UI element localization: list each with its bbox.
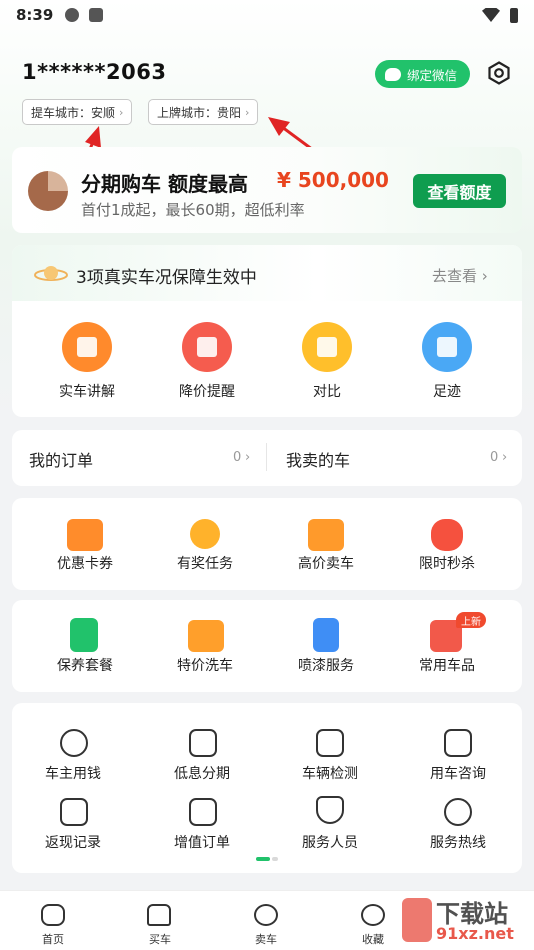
tab-home[interactable]: 首页 bbox=[28, 931, 78, 947]
tool-label[interactable]: 车辆检测 bbox=[285, 763, 375, 783]
planet-icon bbox=[34, 266, 68, 281]
price-alert-icon[interactable] bbox=[182, 322, 232, 372]
benefit-label[interactable]: 高价卖车 bbox=[281, 553, 371, 573]
page-dot-active bbox=[256, 857, 270, 861]
loan-title: 分期购车 额度最高 bbox=[81, 172, 248, 196]
phone-icon[interactable] bbox=[444, 798, 472, 826]
plate-city-label: 上牌城市：贵阳 bbox=[157, 105, 242, 120]
tool-label[interactable]: 用车咨询 bbox=[413, 763, 503, 783]
wechat-icon bbox=[385, 67, 401, 81]
spray-paint-icon[interactable] bbox=[313, 618, 339, 652]
pickup-city-label: 提车城市：安顺 bbox=[31, 105, 116, 120]
benefit-label[interactable]: 优惠卡券 bbox=[40, 553, 130, 573]
loan-amount: ¥ 500,000 bbox=[277, 168, 389, 192]
service-label[interactable]: 保养套餐 bbox=[40, 655, 130, 675]
favorite-icon[interactable] bbox=[361, 904, 385, 926]
tool-label[interactable]: 服务热线 bbox=[413, 832, 503, 852]
pie-chart-icon bbox=[28, 171, 68, 211]
tab-favorites[interactable]: 收藏 bbox=[348, 931, 398, 947]
low-interest-icon[interactable] bbox=[189, 729, 217, 757]
my-orders-count: 0 bbox=[233, 450, 242, 465]
new-badge: 上新 bbox=[456, 612, 486, 628]
tool-label[interactable]: 服务人员 bbox=[285, 832, 375, 852]
consult-icon[interactable] bbox=[444, 729, 472, 757]
settings-icon[interactable] bbox=[487, 61, 511, 85]
tool-label[interactable]: 低息分期 bbox=[157, 763, 247, 783]
chevron-right-icon: › bbox=[245, 450, 251, 465]
watermark-logo-icon bbox=[402, 898, 432, 942]
car-explain-glyph bbox=[77, 337, 97, 357]
watermark-url: 91xz.net bbox=[436, 924, 514, 943]
my-orders-link[interactable]: 我的订单 bbox=[29, 447, 93, 471]
home-icon[interactable] bbox=[41, 904, 65, 926]
username: 1******2063 bbox=[22, 60, 167, 84]
chevron-right-icon: › bbox=[119, 105, 124, 119]
tool-label[interactable]: 返现记录 bbox=[28, 832, 118, 852]
quick-action-label[interactable]: 实车讲解 bbox=[42, 381, 132, 401]
loan-subtitle: 首付1成起，最长60期，超低利率 bbox=[81, 201, 305, 219]
tab-sell[interactable]: 卖车 bbox=[241, 931, 291, 947]
service-label[interactable]: 喷漆服务 bbox=[281, 655, 371, 675]
status-time: 8:39 bbox=[16, 6, 54, 24]
chevron-right-icon: › bbox=[245, 105, 250, 119]
watermark: 下载站 91xz.net bbox=[400, 888, 534, 950]
service-staff-icon[interactable] bbox=[316, 796, 344, 824]
quick-action-label[interactable]: 降价提醒 bbox=[162, 381, 252, 401]
footprint-icon[interactable] bbox=[422, 322, 472, 372]
vehicle-inspection-icon[interactable] bbox=[316, 729, 344, 757]
tool-label[interactable]: 车主用钱 bbox=[28, 763, 118, 783]
service-label[interactable]: 常用车品 bbox=[402, 655, 492, 675]
benefit-label[interactable]: 有奖任务 bbox=[160, 553, 250, 573]
divider bbox=[266, 443, 267, 471]
sell-car-yen-icon[interactable] bbox=[254, 904, 278, 926]
tool-label[interactable]: 增值订单 bbox=[157, 832, 247, 852]
sold-cars-count: 0 bbox=[490, 450, 499, 465]
guarantee-link[interactable]: 去查看 › bbox=[432, 265, 488, 286]
service-label[interactable]: 特价洗车 bbox=[160, 655, 250, 675]
sold-cars-link[interactable]: 我卖的车 bbox=[286, 447, 350, 471]
wifi-icon bbox=[482, 8, 500, 22]
benefit-label[interactable]: 限时秒杀 bbox=[402, 553, 492, 573]
check-quota-button[interactable]: 查看额度 bbox=[413, 174, 506, 208]
tab-buy[interactable]: 买车 bbox=[135, 931, 185, 947]
notification-icon bbox=[65, 8, 80, 22]
plate-city-selector[interactable]: 上牌城市：贵阳 › bbox=[148, 99, 259, 125]
price-alert-glyph bbox=[197, 337, 217, 357]
buy-car-icon[interactable] bbox=[147, 904, 171, 926]
value-added-order-icon[interactable] bbox=[189, 798, 217, 826]
compare-icon[interactable] bbox=[302, 322, 352, 372]
battery-icon bbox=[510, 7, 518, 23]
coupon-icon[interactable] bbox=[67, 519, 103, 551]
owner-money-icon[interactable] bbox=[60, 729, 88, 757]
flash-sale-icon[interactable] bbox=[431, 519, 463, 551]
car-explain-icon[interactable] bbox=[62, 322, 112, 372]
quick-action-label[interactable]: 足迹 bbox=[402, 381, 492, 401]
chevron-right-icon: › bbox=[502, 450, 508, 465]
car-wash-icon[interactable] bbox=[188, 620, 224, 652]
cashback-icon[interactable] bbox=[60, 798, 88, 826]
page-dot bbox=[272, 857, 278, 861]
bind-wechat-button[interactable]: 绑定微信 bbox=[375, 60, 470, 88]
sell-car-icon[interactable] bbox=[308, 519, 344, 551]
bind-wechat-label: 绑定微信 bbox=[407, 67, 458, 83]
page-indicator bbox=[256, 857, 278, 861]
app-notification-icon bbox=[89, 8, 104, 22]
reward-coin-icon[interactable] bbox=[190, 519, 220, 549]
maintenance-bottle-icon[interactable] bbox=[70, 618, 98, 652]
quick-action-label[interactable]: 对比 bbox=[282, 381, 372, 401]
footprint-glyph bbox=[437, 337, 457, 357]
compare-glyph bbox=[317, 337, 337, 357]
status-bar: 8:39 bbox=[0, 0, 534, 30]
guarantee-title: 3项真实车况保障生效中 bbox=[76, 268, 257, 288]
